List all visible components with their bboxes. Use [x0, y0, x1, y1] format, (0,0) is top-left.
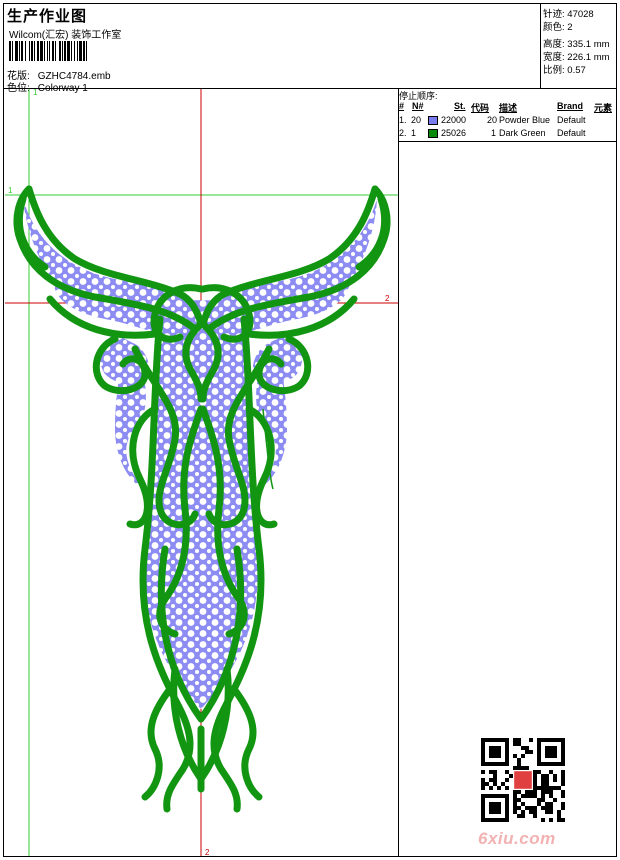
marker-h2: 2: [385, 294, 390, 303]
stat-stitches: 针迹: 47028: [543, 9, 594, 20]
watermark: 6xiu.com: [478, 829, 556, 848]
lace-fill: [23, 199, 377, 709]
color-swatch: [428, 116, 438, 125]
col-needle: N#: [412, 101, 424, 111]
col-brand: Brand: [557, 101, 584, 111]
stop-sequence-panel: 停止顺序: # N# St. 代码 描述 Brand 元素 1. 20 2200…: [399, 89, 617, 142]
sequence-header-row: # N# St. 代码 描述 Brand 元素: [399, 101, 617, 113]
marker-h1: 1: [8, 186, 13, 195]
col-description: 描述: [499, 103, 518, 113]
qr-logo-stamp: [514, 771, 532, 789]
marker-v1: 1: [33, 89, 38, 97]
col-element: 元素: [594, 103, 613, 113]
embroidery-design-preview: 1 1 2 2: [5, 89, 398, 856]
col-index: #: [399, 101, 405, 111]
stat-colors: 颜色: 2: [543, 22, 573, 33]
barcode: [9, 41, 157, 61]
company-name: Wilcom(汇宏) 装饰工作室: [9, 30, 122, 41]
marker-v2: 2: [205, 848, 210, 856]
qr-code: [481, 738, 565, 822]
barcode-bar: [87, 41, 89, 61]
col-code: 代码: [471, 103, 490, 113]
header: 生产作业图 Wilcom(汇宏) 装饰工作室 花版: GZHC4784.emb …: [4, 4, 540, 94]
stats-panel: 针迹: 47028 颜色: 2 高度: 335.1 mm 宽度: 226.1 m…: [540, 4, 618, 88]
stat-width: 宽度: 226.1 mm: [543, 52, 610, 63]
sequence-row: 2. 1 25026 1 Dark Green Default: [399, 128, 586, 138]
stat-scale: 比例: 0.57: [543, 65, 586, 76]
col-stitches: St.: [454, 101, 466, 111]
color-swatch: [428, 129, 438, 138]
panel-divider: [398, 88, 399, 857]
page-title: 生产作业图: [7, 8, 88, 25]
stat-height: 高度: 335.1 mm: [543, 39, 610, 50]
sequence-row: 1. 20 22000 20 Powder Blue Default: [399, 115, 586, 125]
